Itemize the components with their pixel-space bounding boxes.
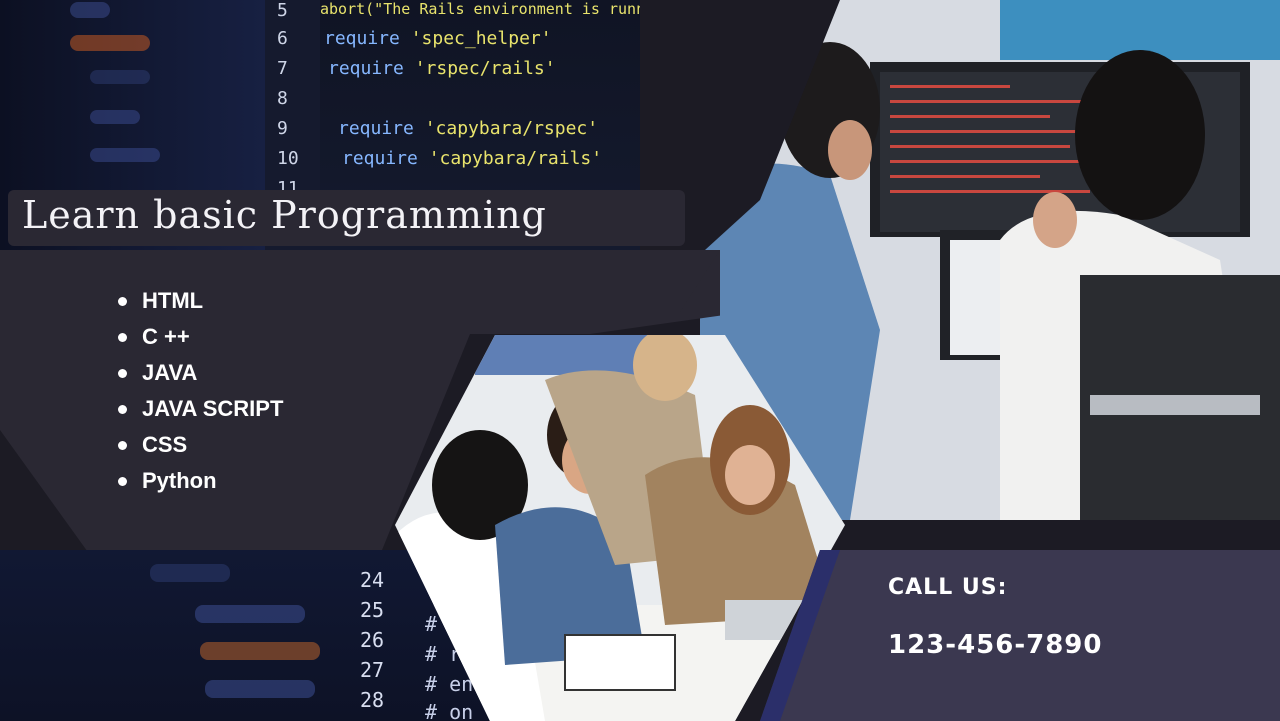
code-line: require 'capybara/rails' — [342, 148, 602, 169]
list-item: C ++ — [118, 320, 283, 356]
line-number: 25 — [360, 598, 385, 622]
code-string: 'capybara/rspec' — [424, 118, 599, 139]
code-keyword: require — [342, 148, 418, 169]
phone-number[interactable]: 123-456-7890 — [888, 630, 1103, 660]
code-string: 'rspec/rails' — [414, 58, 556, 79]
list-item: JAVA SCRIPT — [118, 392, 283, 428]
code-line: require 'capybara/rspec' — [338, 118, 598, 139]
list-item: Python — [118, 464, 283, 500]
code-keyword: require — [338, 118, 414, 139]
code-line: require 'rspec/rails' — [328, 58, 556, 79]
line-number: 6 — [277, 28, 288, 49]
list-item: HTML — [118, 284, 283, 320]
line-number: 5 — [277, 0, 288, 21]
line-number: 28 — [360, 688, 385, 712]
line-number: 7 — [277, 58, 288, 79]
code-keyword: require — [324, 28, 400, 49]
line-number: 27 — [360, 658, 385, 682]
line-number: 26 — [360, 628, 385, 652]
line-number: 10 — [277, 148, 299, 169]
code-line: require 'spec_helper' — [324, 28, 552, 49]
list-item: JAVA — [118, 356, 283, 392]
code-keyword: require — [328, 58, 404, 79]
poster: 5 6 7 8 9 10 11 abort("The Rails environ… — [0, 0, 1280, 721]
code-string: 'capybara/rails' — [428, 148, 603, 169]
line-number: 9 — [277, 118, 288, 139]
course-list: HTML C ++ JAVA JAVA SCRIPT CSS Python — [118, 284, 283, 500]
line-number: 24 — [360, 568, 385, 592]
page-title: Learn basic Programming — [22, 193, 547, 237]
call-us-label: CALL US: — [888, 575, 1008, 600]
line-number: 8 — [277, 88, 288, 109]
code-string: 'spec_helper' — [410, 28, 552, 49]
list-item: CSS — [118, 428, 283, 464]
